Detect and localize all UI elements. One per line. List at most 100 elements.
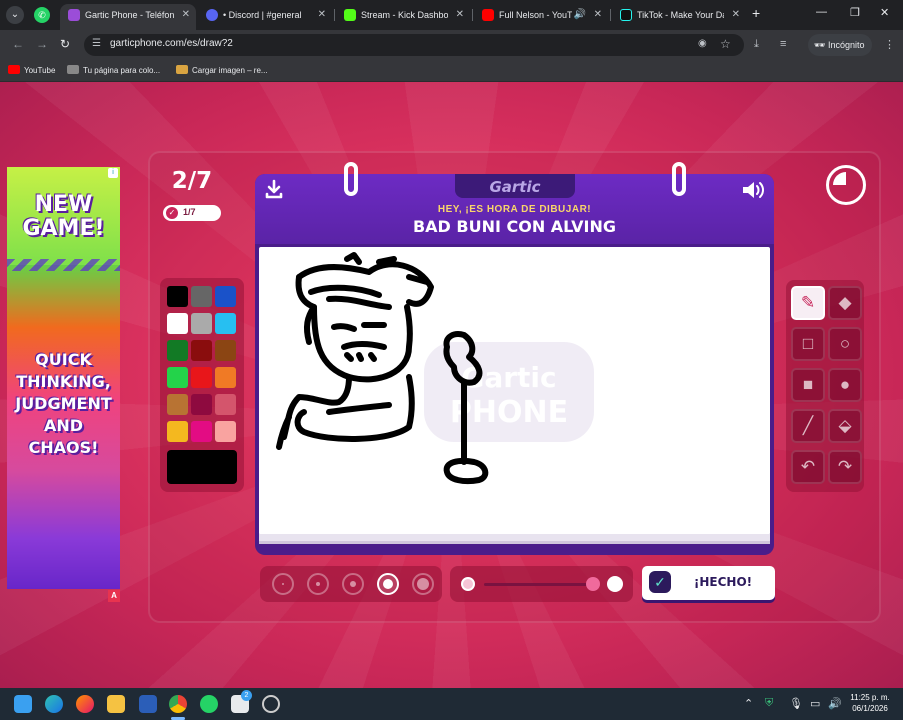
incognito-indicator[interactable]: 🕶 Incógnito [808,34,873,56]
download-icon[interactable]: ⤓ [754,38,759,51]
youtube-favicon-icon [482,9,494,21]
edge-icon[interactable] [45,695,63,713]
opacity-slider[interactable] [450,566,633,602]
tab-discord[interactable]: • Discord | #general ✕ [198,4,332,26]
drawing-canvas[interactable]: Gartic PHONE [259,247,770,535]
color-swatch-cyan[interactable] [215,313,236,334]
close-tab-icon[interactable]: ✕ [182,4,190,26]
whatsapp-icon[interactable] [200,695,218,713]
clock-time: 11:25 p. m. [850,693,890,702]
bookmark-coloring[interactable]: Tu página para colo... [67,64,160,78]
opacity-knob[interactable] [586,577,600,591]
obs-icon[interactable] [262,695,280,713]
chrome-icon[interactable] [169,695,187,713]
tab-kick[interactable]: Stream - Kick Dashboard ✕ [336,4,470,26]
reload-button[interactable]: ↻ [60,37,70,51]
undo-icon[interactable]: ↶ [791,450,825,484]
close-tab-icon[interactable]: ✕ [456,4,464,26]
eraser-icon[interactable]: ◆ [828,286,862,320]
system-clock[interactable]: 11:25 p. m. 06/1/2026 [844,692,896,714]
brush-size-5[interactable] [412,573,434,595]
tab-tiktok[interactable]: TikTok - Make Your Day ✕ [612,4,746,26]
brush-size-3[interactable] [342,573,364,595]
pencil-icon[interactable]: ✎ [791,286,825,320]
brush-size-1[interactable] [272,573,294,595]
tab-title: • Discord | #general [223,10,302,20]
new-tab-button[interactable]: + [752,5,760,21]
bookmark-youtube[interactable]: YouTube [8,64,55,78]
brush-size-4[interactable] [377,573,399,595]
color-swatch-orange[interactable] [215,367,236,388]
microphone-icon[interactable]: 🎙 [789,697,803,710]
tab-gartic[interactable]: Gartic Phone - Teléfono ✕ [60,4,196,30]
clock-date: 06/1/2026 [852,704,888,713]
rect-fill-icon[interactable]: ■ [791,368,825,402]
color-swatch-magenta[interactable] [191,421,212,442]
color-swatch-rose[interactable] [215,394,236,415]
color-swatch-yellow[interactable] [167,421,188,442]
color-swatch-gray[interactable] [191,286,212,307]
circle-outline-icon[interactable]: ○ [828,327,862,361]
audio-playing-icon[interactable]: 🔊 [574,4,586,26]
redo-icon[interactable]: ↷ [828,450,862,484]
color-swatch-brown[interactable] [215,340,236,361]
tab-separator [472,9,473,21]
drawing-prompt: BAD BUNI CON ALVING [412,217,617,236]
tab-search-button[interactable]: ⌄ [6,6,24,24]
firefox-icon[interactable] [76,695,94,713]
color-swatch-red[interactable] [191,367,212,388]
ad-choices-icon[interactable]: A [108,590,120,602]
show-hidden-icons-icon[interactable]: ⌃ [744,697,753,710]
sound-toggle-icon[interactable] [740,179,766,201]
bookmark-star-icon[interactable]: ☆ [720,37,731,51]
start-icon[interactable] [14,695,32,713]
color-swatch-green[interactable] [167,367,188,388]
bucket-icon[interactable]: ⬙ [828,409,862,443]
ad-info-icon[interactable]: i [108,168,118,178]
current-color-preview [167,450,237,484]
close-window-button[interactable]: ✕ [880,6,889,19]
reading-list-icon[interactable]: ≡ [780,38,786,50]
file-explorer-icon[interactable] [107,695,125,713]
store-icon[interactable]: 2 [231,690,252,713]
volume-icon[interactable]: 🔊 [828,697,842,710]
done-button[interactable]: ✓ ¡HECHO! [642,566,775,600]
color-swatch-white[interactable] [167,313,188,334]
color-swatch-maroon[interactable] [191,394,212,415]
third-party-cookies-icon[interactable]: ◉ [698,38,707,49]
opacity-track[interactable] [484,583,594,586]
color-swatch-dark-green[interactable] [167,340,188,361]
brush-size-2[interactable] [307,573,329,595]
color-swatch-dark-red[interactable] [191,340,212,361]
youtube-icon [8,65,20,74]
minimize-button[interactable]: — [816,6,827,18]
bookmark-upload-image[interactable]: Cargar imagen – re... [176,64,268,78]
url-text[interactable]: garticphone.com/es/draw?2 [110,38,233,49]
color-swatch-tan[interactable] [167,394,188,415]
address-bar[interactable]: ☰ garticphone.com/es/draw?2 ◉ ☆ [84,34,744,56]
circle-fill-icon[interactable]: ● [828,368,862,402]
back-button[interactable]: ← [12,37,24,51]
color-swatch-black[interactable] [167,286,188,307]
line-icon[interactable]: ╱ [791,409,825,443]
gartic-page: i NEW GAME! QUICK THINKING, JUDGMENT AND… [0,82,903,688]
close-tab-icon[interactable]: ✕ [732,4,740,26]
word-icon[interactable] [139,695,157,713]
browser-menu-icon[interactable]: ⋮ [884,38,895,51]
download-drawing-icon[interactable] [263,178,285,200]
color-swatch-blue[interactable] [215,286,236,307]
site-info-icon[interactable]: ☰ [92,38,101,49]
security-icon[interactable]: ⛨ [765,697,773,710]
tab-youtube[interactable]: Full Nelson - YouTube 🔊 ✕ [474,4,608,26]
close-tab-icon[interactable]: ✕ [594,4,602,26]
ad-banner[interactable]: i NEW GAME! QUICK THINKING, JUDGMENT AND… [7,167,120,589]
close-tab-icon[interactable]: ✕ [318,4,326,26]
network-icon[interactable]: ▭ [810,697,820,710]
rect-outline-icon[interactable]: □ [791,327,825,361]
color-swatch-light-gray[interactable] [191,313,212,334]
check-icon: ✓ [166,207,178,219]
restore-button[interactable]: ❐ [850,6,860,19]
forward-button[interactable]: → [36,37,48,51]
color-swatch-pink[interactable] [215,421,236,442]
pinned-tab-whatsapp[interactable]: ✆ [34,7,50,23]
